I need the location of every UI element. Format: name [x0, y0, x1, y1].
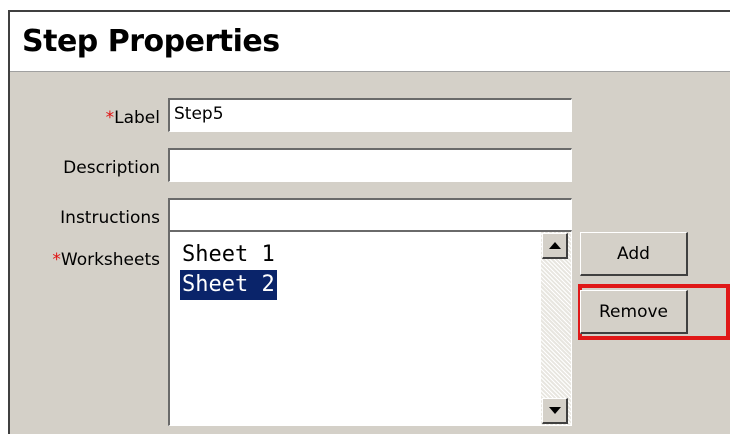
add-button[interactable]: Add: [580, 232, 688, 276]
required-marker: *: [52, 250, 61, 270]
scroll-down-button[interactable]: [542, 398, 568, 424]
instructions-input[interactable]: [168, 198, 572, 232]
instructions-field-label: Instructions: [60, 208, 160, 228]
vertical-scrollbar[interactable]: [541, 232, 571, 425]
worksheets-list: Sheet 1 Sheet 2: [180, 240, 277, 300]
scroll-up-button[interactable]: [542, 233, 568, 259]
step-properties-panel: Step Properties *Label Step5 Description…: [8, 10, 730, 434]
worksheets-field-label: *Worksheets: [52, 250, 160, 270]
remove-button[interactable]: Remove: [580, 290, 688, 334]
arrow-down-icon: [548, 407, 561, 414]
list-item-selected[interactable]: Sheet 2: [180, 270, 277, 300]
label-input[interactable]: Step5: [168, 98, 572, 132]
panel-title: Step Properties: [22, 24, 280, 59]
label-field-label: *Label: [105, 108, 160, 128]
description-field-label: Description: [63, 158, 160, 178]
description-input[interactable]: [168, 148, 572, 182]
arrow-up-icon: [548, 242, 561, 249]
worksheets-listbox[interactable]: Sheet 1 Sheet 2: [168, 230, 572, 426]
required-marker: *: [105, 108, 115, 128]
list-item[interactable]: Sheet 1: [180, 240, 277, 270]
panel-header: Step Properties: [10, 12, 730, 72]
